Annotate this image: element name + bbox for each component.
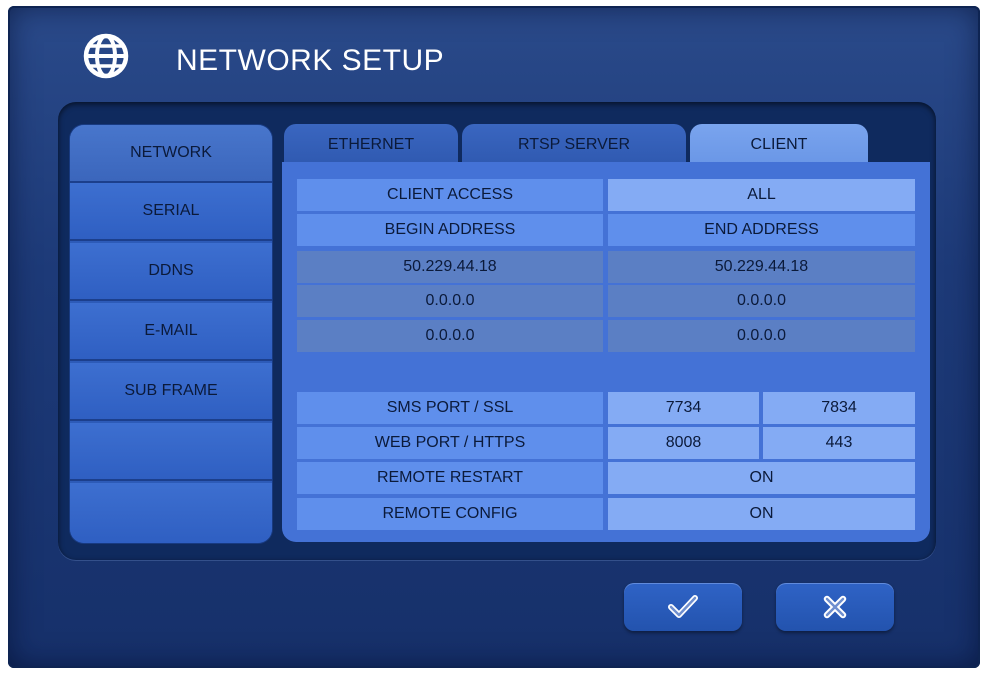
sidebar-item-label: NETWORK xyxy=(130,144,212,161)
end-address-field[interactable]: 0.0.0.0 xyxy=(608,285,915,317)
globe-icon xyxy=(83,33,129,79)
sidebar-item-label: SUB FRAME xyxy=(124,382,218,399)
end-address-field[interactable]: 50.229.44.18 xyxy=(608,251,915,283)
begin-address-header: BEGIN ADDRESS xyxy=(297,214,603,246)
confirm-button[interactable] xyxy=(624,583,742,631)
sidebar-item-label: E-MAIL xyxy=(144,322,198,339)
begin-address-field[interactable]: 0.0.0.0 xyxy=(297,285,603,317)
tab-label: RTSP SERVER xyxy=(517,136,631,153)
cancel-button[interactable] xyxy=(776,583,894,631)
https-port-field[interactable]: 443 xyxy=(763,427,915,459)
end-address-field[interactable]: 0.0.0.0 xyxy=(608,320,915,352)
sidebar-item-network[interactable]: NETWORK xyxy=(70,125,272,183)
ssl-port-field[interactable]: 7834 xyxy=(763,392,915,424)
end-address-header: END ADDRESS xyxy=(608,214,915,246)
x-icon xyxy=(823,595,847,619)
page-title: NETWORK SETUP xyxy=(176,44,445,77)
checkmark-icon xyxy=(668,595,698,618)
remote-restart-select[interactable]: ON xyxy=(608,462,915,494)
tab-label: CLIENT xyxy=(750,136,808,153)
client-access-select[interactable]: ALL xyxy=(608,179,915,211)
sidebar-item-serial[interactable]: SERIAL xyxy=(70,183,272,241)
begin-address-field[interactable]: 50.229.44.18 xyxy=(297,251,603,283)
begin-address-field[interactable]: 0.0.0.0 xyxy=(297,320,603,352)
sms-port-label: SMS PORT / SSL xyxy=(297,392,603,424)
sidebar: NETWORK SERIAL DDNS E-MAIL SUB FRAME xyxy=(70,125,272,543)
web-port-field[interactable]: 8008 xyxy=(608,427,759,459)
web-port-label: WEB PORT / HTTPS xyxy=(297,427,603,459)
tab-rtsp-server[interactable]: RTSP SERVER xyxy=(462,124,686,166)
sidebar-item-email[interactable]: E-MAIL xyxy=(70,303,272,361)
sms-port-field[interactable]: 7734 xyxy=(608,392,759,424)
sidebar-item-label: SERIAL xyxy=(142,202,200,219)
remote-restart-label: REMOTE RESTART xyxy=(297,462,603,494)
sidebar-item-label: DDNS xyxy=(148,262,194,279)
sidebar-item-sub-frame[interactable]: SUB FRAME xyxy=(70,363,272,421)
tab-label: ETHERNET xyxy=(327,136,415,153)
remote-config-select[interactable]: ON xyxy=(608,498,915,530)
tab-ethernet[interactable]: ETHERNET xyxy=(284,124,458,166)
remote-config-label: REMOTE CONFIG xyxy=(297,498,603,530)
sidebar-item-empty xyxy=(70,423,272,481)
sidebar-item-empty xyxy=(70,483,272,543)
sidebar-item-ddns[interactable]: DDNS xyxy=(70,243,272,301)
client-access-label: CLIENT ACCESS xyxy=(297,179,603,211)
tab-client[interactable]: CLIENT xyxy=(690,124,868,166)
